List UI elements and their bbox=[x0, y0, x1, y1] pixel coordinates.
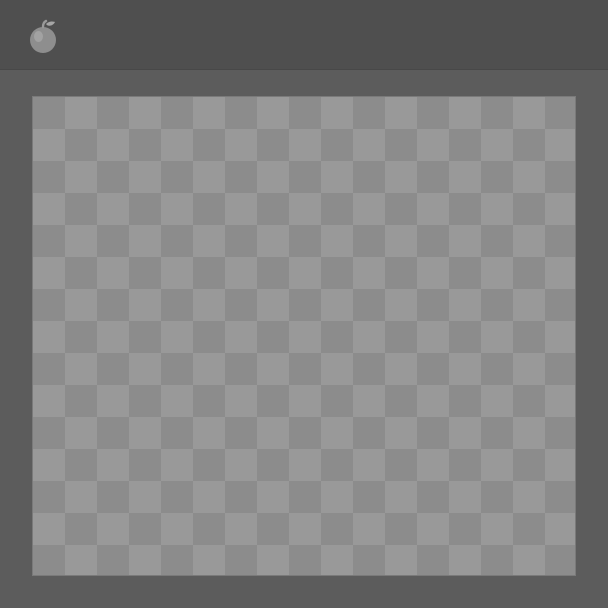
apple-icon[interactable] bbox=[26, 16, 60, 56]
transparent-canvas[interactable] bbox=[32, 96, 576, 576]
title-bar bbox=[0, 0, 608, 70]
app-window bbox=[0, 0, 608, 608]
